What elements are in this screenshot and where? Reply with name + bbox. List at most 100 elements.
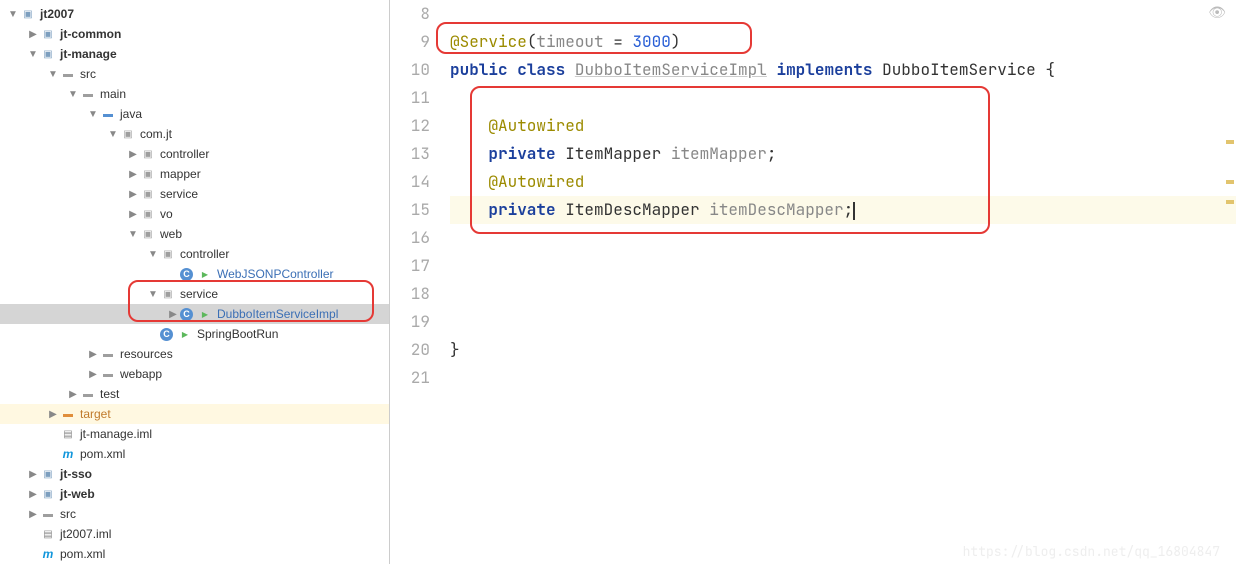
tree-label: controller	[180, 247, 229, 261]
code-content[interactable]: @Service(timeout = 3000) public class Du…	[450, 0, 1236, 564]
code-editor[interactable]: 8 9 10 11 12 13 14 15 16 17 18 19 20 21 …	[390, 0, 1236, 564]
tree-jt-manage[interactable]: ▼ ▣ jt-manage	[0, 44, 389, 64]
code-line[interactable]	[450, 84, 1236, 112]
java-class-icon: C	[180, 308, 193, 321]
gutter-line: 9	[390, 28, 430, 56]
project-tree[interactable]: ▼ ▣ jt2007 ▶ ▣ jt-common ▼ ▣ jt-manage ▼…	[0, 0, 390, 564]
tree-com-jt[interactable]: ▼ ▣ com.jt	[0, 124, 389, 144]
chevron-right-icon: ▶	[88, 349, 98, 360]
code-line[interactable]	[450, 224, 1236, 252]
package-icon: ▣	[160, 246, 176, 262]
code-line[interactable]: @Autowired	[450, 112, 1236, 140]
tree-label: web	[160, 227, 182, 241]
package-icon: ▣	[140, 146, 156, 162]
tree-label: src	[80, 67, 96, 81]
tree-resources[interactable]: ▶ ▬ resources	[0, 344, 389, 364]
warning-marker[interactable]	[1226, 200, 1234, 204]
tree-root[interactable]: ▼ ▣ jt2007	[0, 4, 389, 24]
code-line[interactable]: private ItemMapper itemMapper;	[450, 140, 1236, 168]
chevron-right-icon: ▶	[28, 489, 38, 500]
folder-icon: ▣	[40, 466, 56, 482]
code-line[interactable]: }	[450, 336, 1236, 364]
tree-label: jt-web	[60, 487, 95, 501]
chevron-down-icon: ▼	[48, 69, 58, 80]
chevron-right-icon: ▶	[28, 29, 38, 40]
tree-test[interactable]: ▶ ▬ test	[0, 384, 389, 404]
tree-web[interactable]: ▼ ▣ web	[0, 224, 389, 244]
chevron-down-icon: ▼	[108, 129, 118, 140]
tree-dubbo-item[interactable]: ▶ C ▶ DubboItemServiceImpl	[0, 304, 389, 324]
chevron-down-icon: ▼	[8, 9, 18, 20]
chevron-right-icon: ▶	[28, 469, 38, 480]
package-icon: ▣	[120, 126, 136, 142]
tree-jt-manage-iml[interactable]: ▶ ▤ jt-manage.iml	[0, 424, 389, 444]
gutter-line: 19	[390, 308, 430, 336]
tree-src2[interactable]: ▶ ▬ src	[0, 504, 389, 524]
folder-icon: ▣	[40, 486, 56, 502]
code-line[interactable]: @Autowired	[450, 168, 1236, 196]
tree-label: com.jt	[140, 127, 172, 141]
chevron-right-icon: ▶	[128, 149, 138, 160]
gutter-line: 8	[390, 0, 430, 28]
gutter-line: 20	[390, 336, 430, 364]
resources-icon: ▬	[100, 346, 116, 362]
tree-label: resources	[120, 347, 173, 361]
gutter-line: 10	[390, 56, 430, 84]
chevron-right-icon: ▶	[68, 389, 78, 400]
marker-strip[interactable]	[1224, 0, 1236, 564]
code-line[interactable]	[450, 252, 1236, 280]
tree-web-service[interactable]: ▼ ▣ service	[0, 284, 389, 304]
code-line-current[interactable]: private ItemDescMapper itemDescMapper;	[450, 196, 1236, 224]
code-line[interactable]	[450, 308, 1236, 336]
warning-marker[interactable]	[1226, 140, 1234, 144]
gutter-line: 16	[390, 224, 430, 252]
tree-label: jt2007	[40, 7, 74, 21]
tree-jt-web[interactable]: ▶ ▣ jt-web	[0, 484, 389, 504]
folder-icon: ▬	[60, 66, 76, 82]
tree-label: target	[80, 407, 111, 421]
tree-label: test	[100, 387, 119, 401]
tree-label: pom.xml	[60, 547, 105, 561]
tree-webapp[interactable]: ▶ ▬ webapp	[0, 364, 389, 384]
gutter-line: 12	[390, 112, 430, 140]
warning-marker[interactable]	[1226, 180, 1234, 184]
tree-label: webapp	[120, 367, 162, 381]
tree-label: pom.xml	[80, 447, 125, 461]
tree-java[interactable]: ▼ ▬ java	[0, 104, 389, 124]
tree-target[interactable]: ▶ ▬ target	[0, 404, 389, 424]
chevron-right-icon: ▶	[168, 309, 178, 320]
tree-web-jsonp[interactable]: ▶ C ▶ WebJSONPController	[0, 264, 389, 284]
code-line[interactable]	[450, 0, 1236, 28]
chevron-right-icon: ▶	[128, 209, 138, 220]
tree-src[interactable]: ▼ ▬ src	[0, 64, 389, 84]
tree-main[interactable]: ▼ ▬ main	[0, 84, 389, 104]
folder-icon: ▬	[60, 406, 76, 422]
gutter-line: 18	[390, 280, 430, 308]
java-class-icon: C	[160, 328, 173, 341]
gutter-line: 21	[390, 364, 430, 392]
code-line[interactable]	[450, 364, 1236, 392]
tree-pom-xml2[interactable]: ▶ m pom.xml	[0, 544, 389, 564]
tree-label: WebJSONPController	[217, 267, 333, 281]
gutter-line: 15	[390, 196, 430, 224]
tree-service[interactable]: ▶ ▣ service	[0, 184, 389, 204]
tree-web-controller[interactable]: ▼ ▣ controller	[0, 244, 389, 264]
code-line[interactable]: public class DubboItemServiceImpl implem…	[450, 56, 1236, 84]
tree-pom-xml[interactable]: ▶ m pom.xml	[0, 444, 389, 464]
tree-label: jt2007.iml	[60, 527, 111, 541]
tree-spring-boot-run[interactable]: ▶ C ▶ SpringBootRun	[0, 324, 389, 344]
tree-jt-sso[interactable]: ▶ ▣ jt-sso	[0, 464, 389, 484]
package-icon: ▣	[160, 286, 176, 302]
tree-jt-common[interactable]: ▶ ▣ jt-common	[0, 24, 389, 44]
code-line[interactable]: @Service(timeout = 3000)	[450, 28, 1236, 56]
tree-jt2007-iml[interactable]: ▶ ▤ jt2007.iml	[0, 524, 389, 544]
code-line[interactable]	[450, 280, 1236, 308]
tree-mapper[interactable]: ▶ ▣ mapper	[0, 164, 389, 184]
chevron-down-icon: ▼	[148, 289, 158, 300]
chevron-down-icon: ▼	[88, 109, 98, 120]
tree-vo[interactable]: ▶ ▣ vo	[0, 204, 389, 224]
chevron-right-icon: ▶	[88, 369, 98, 380]
tree-controller[interactable]: ▶ ▣ controller	[0, 144, 389, 164]
tree-label: DubboItemServiceImpl	[217, 307, 338, 321]
tree-label: SpringBootRun	[197, 327, 278, 341]
